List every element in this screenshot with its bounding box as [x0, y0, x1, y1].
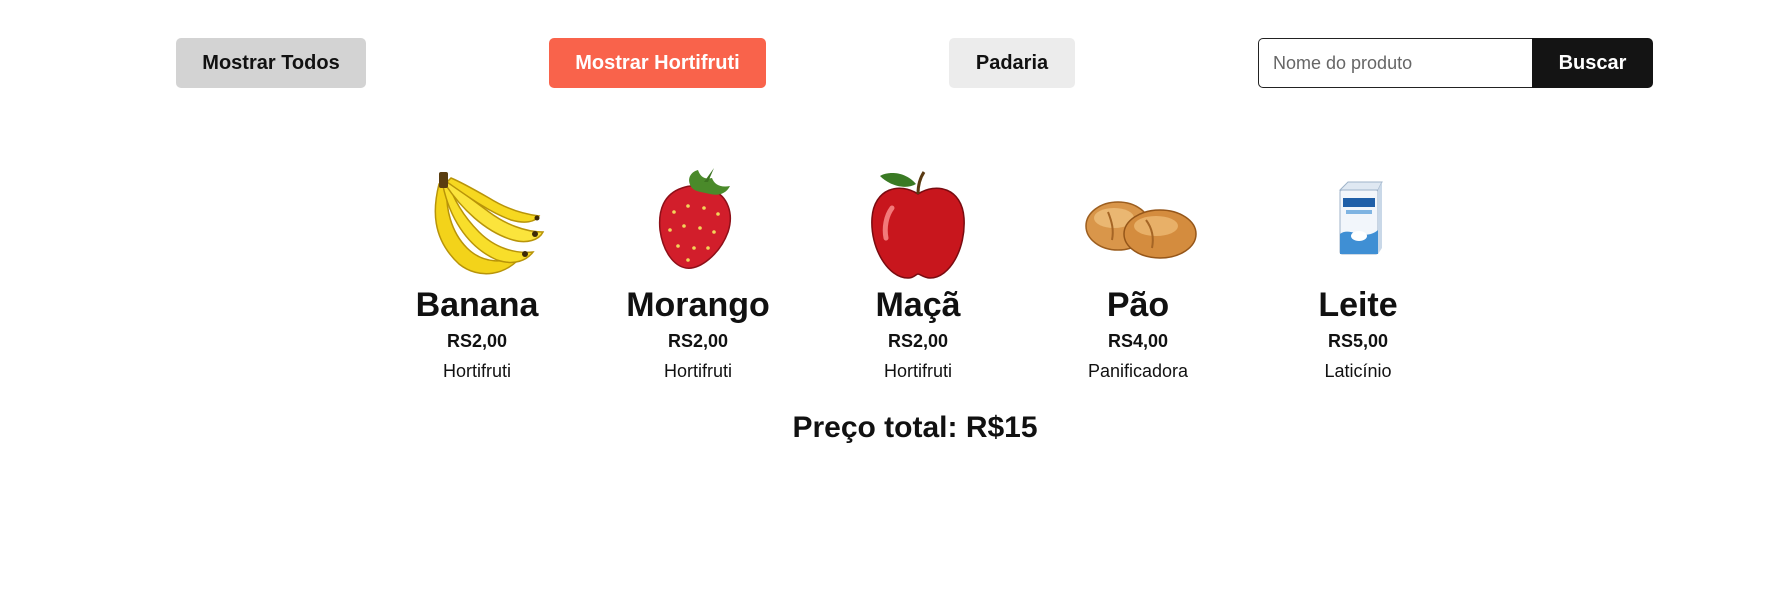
- product-category: Hortifruti: [883, 361, 952, 381]
- product-category: Laticínio: [1324, 361, 1392, 381]
- product-name: Pão: [1106, 286, 1170, 324]
- product-card: Pão RS4,00 Panificadora: [1048, 168, 1228, 382]
- product-price: RS2,00: [446, 331, 508, 351]
- product-card: Banana RS2,00 Hortifruti: [387, 168, 567, 382]
- product-search-input[interactable]: [1258, 38, 1532, 88]
- product-name: Maçã: [875, 286, 961, 324]
- product-card: Maçã RS2,00 Hortifruti: [828, 168, 1008, 382]
- product-name: Leite: [1318, 286, 1398, 324]
- product-name: Morango: [626, 286, 770, 324]
- apple-icon: [871, 171, 965, 279]
- product-category: Hortifruti: [663, 361, 732, 381]
- search-bar: Buscar: [1258, 38, 1653, 88]
- total-price: Preço total: R$15: [792, 411, 1038, 444]
- product-name: Banana: [415, 286, 539, 324]
- filter-toolbar: Mostrar Todos Mostrar Hortifruti Padaria…: [0, 38, 1778, 88]
- milk-carton-icon: [1338, 181, 1383, 255]
- bakery-filter-button[interactable]: Padaria: [949, 38, 1075, 88]
- product-card: Morango RS2,00 Hortifruti: [608, 168, 788, 382]
- product-price: RS5,00: [1327, 331, 1389, 351]
- product-category: Hortifruti: [442, 361, 511, 381]
- banana-icon: [434, 172, 545, 275]
- product-category: Panificadora: [1087, 361, 1189, 381]
- strawberry-icon: [658, 168, 732, 269]
- search-button[interactable]: Buscar: [1532, 38, 1653, 88]
- product-price: RS2,00: [887, 331, 949, 351]
- product-card: Leite RS5,00 Laticínio: [1268, 168, 1448, 382]
- product-price: RS2,00: [667, 331, 729, 351]
- show-all-button[interactable]: Mostrar Todos: [176, 38, 366, 88]
- product-price: RS4,00: [1107, 331, 1169, 351]
- product-list: Banana RS2,00 Hortifruti Morango RS2,00 …: [0, 168, 1778, 388]
- show-hortifruti-button[interactable]: Mostrar Hortifruti: [549, 38, 766, 88]
- bread-icon: [1085, 201, 1197, 259]
